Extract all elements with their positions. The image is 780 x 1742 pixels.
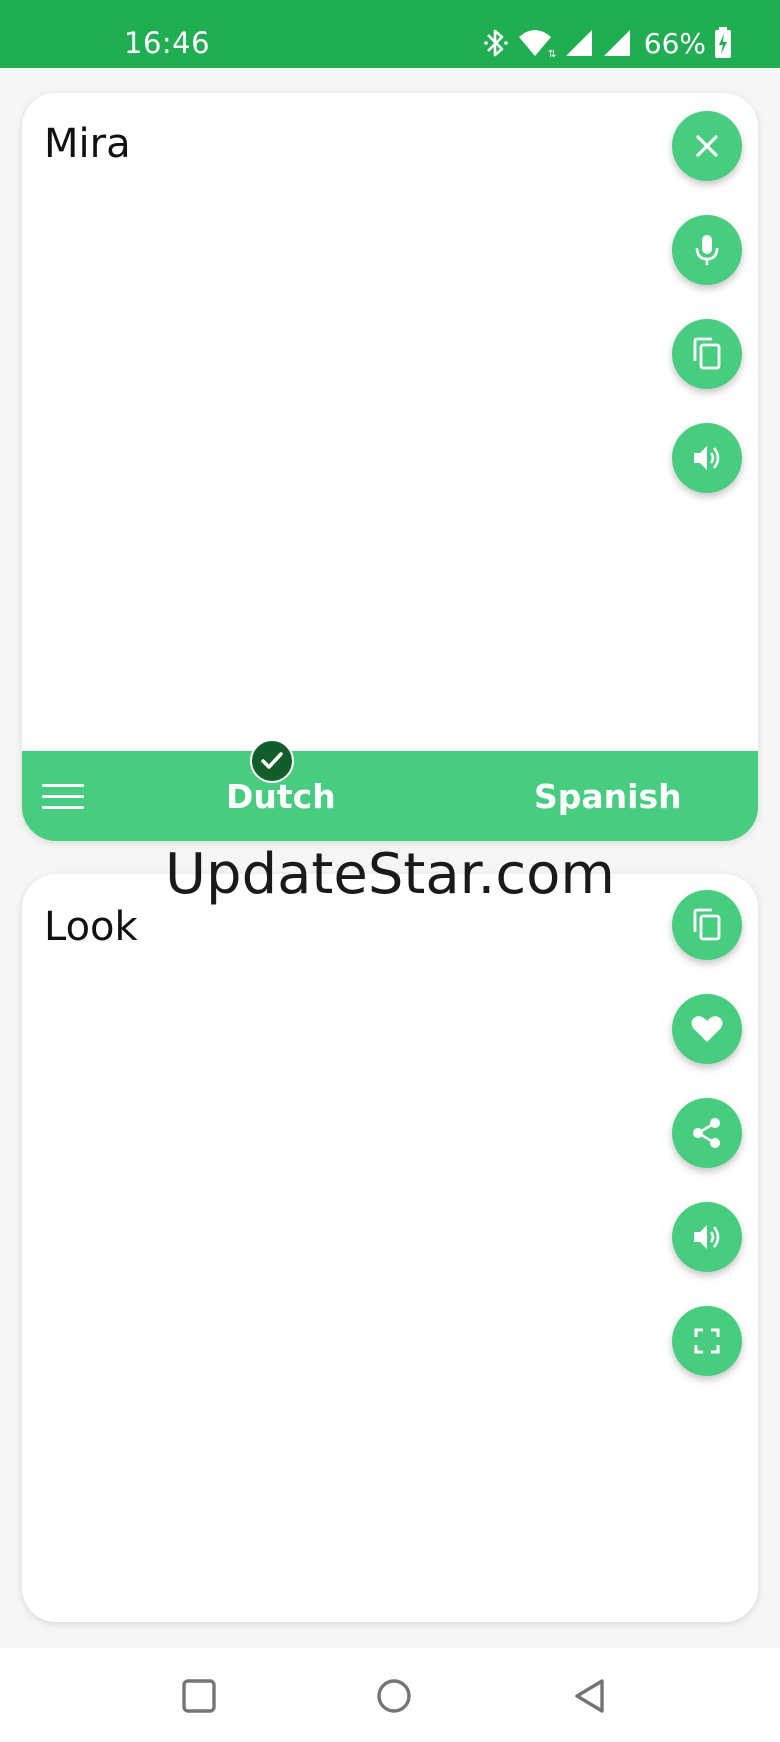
share-icon — [693, 1118, 720, 1148]
close-icon — [696, 135, 718, 157]
menu-icon-line — [42, 794, 84, 798]
svg-text:⇅: ⇅ — [548, 49, 556, 59]
microphone-icon — [695, 235, 719, 265]
copy-icon — [693, 908, 721, 941]
menu-icon-line — [42, 805, 84, 809]
speak-source-button[interactable] — [672, 423, 742, 493]
back-button[interactable] — [564, 1670, 616, 1722]
fullscreen-icon — [694, 1328, 720, 1354]
check-icon — [250, 739, 294, 783]
voice-input-button[interactable] — [672, 215, 742, 285]
status-bar: 16:46 ⇅ 66% — [0, 0, 780, 68]
source-language-button[interactable]: Dutch — [226, 777, 336, 816]
speaker-icon — [694, 1225, 720, 1249]
speaker-icon — [694, 446, 720, 470]
navigation-bar — [0, 1648, 780, 1742]
translation-card: Look — [22, 874, 758, 1622]
back-icon — [575, 1679, 604, 1713]
target-language-button[interactable]: Spanish — [534, 777, 682, 816]
menu-icon-line — [42, 783, 84, 787]
status-time: 16:46 — [124, 26, 211, 60]
signal-icon — [602, 28, 632, 58]
language-bar: Dutch Spanish — [22, 751, 758, 841]
heart-icon — [691, 1016, 723, 1042]
home-button[interactable] — [368, 1670, 420, 1722]
bluetooth-icon — [483, 26, 510, 60]
status-icons: ⇅ 66% — [483, 26, 732, 60]
speak-translation-button[interactable] — [672, 1202, 742, 1272]
recent-apps-button[interactable] — [173, 1670, 225, 1722]
favorite-button[interactable] — [672, 994, 742, 1064]
fullscreen-button[interactable] — [672, 1306, 742, 1376]
home-icon — [377, 1679, 411, 1713]
translation-text: Look — [44, 904, 138, 950]
clear-button[interactable] — [672, 111, 742, 181]
signal-icon — [564, 28, 594, 58]
menu-button[interactable] — [42, 773, 88, 819]
source-text-input[interactable]: Mira — [44, 121, 131, 167]
battery-percent: 66% — [643, 26, 706, 60]
share-button[interactable] — [672, 1098, 742, 1168]
copy-icon — [693, 337, 721, 370]
source-text-card[interactable]: Mira Dutch Spanish — [22, 93, 758, 841]
wifi-icon: ⇅ — [518, 27, 556, 59]
watermark: UpdateStar.com — [165, 842, 615, 907]
copy-source-button[interactable] — [672, 319, 742, 389]
battery-charging-icon — [714, 27, 732, 59]
recent-apps-icon — [182, 1679, 216, 1713]
